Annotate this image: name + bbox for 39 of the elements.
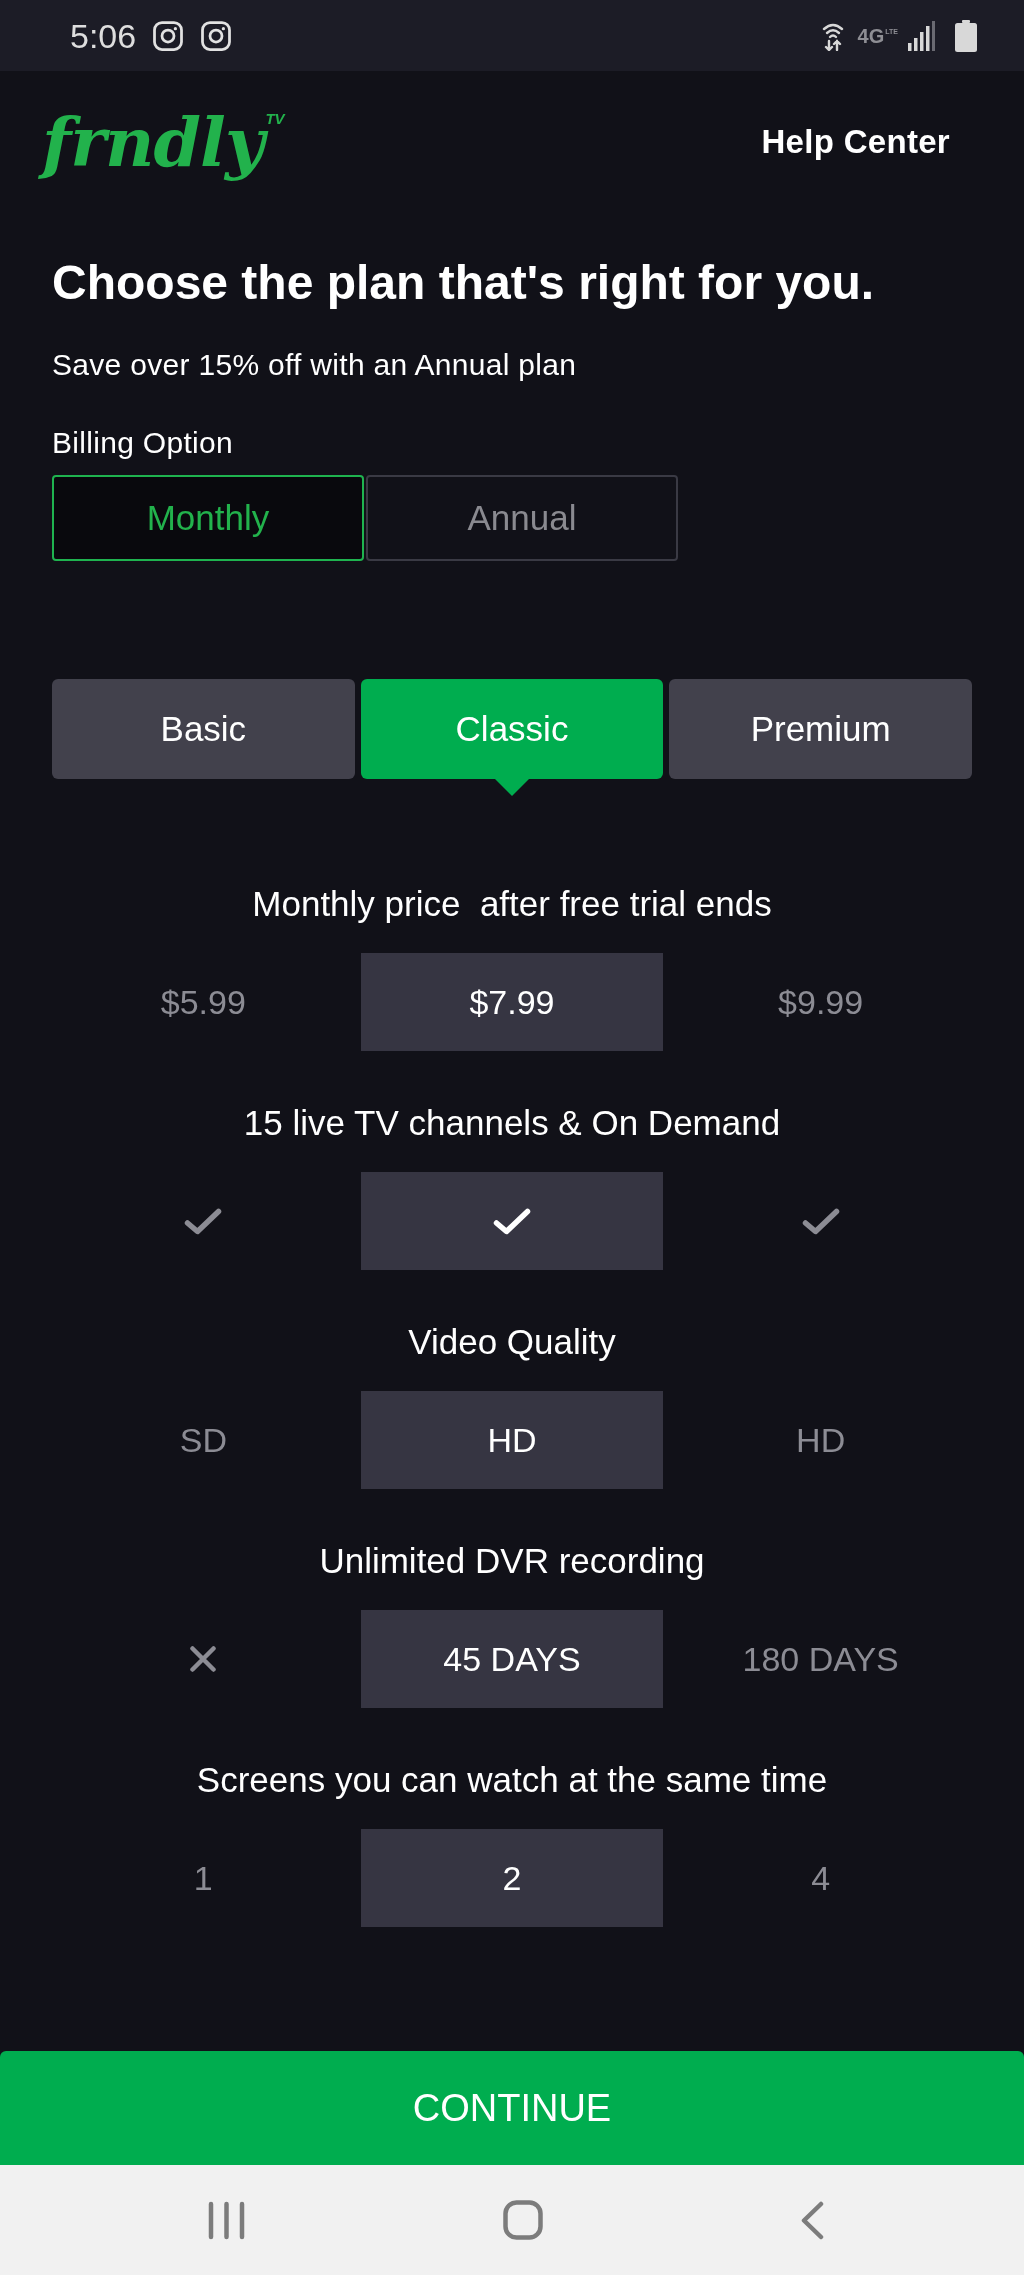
battery-icon — [955, 19, 977, 52]
feature-title: Screens you can watch at the same time — [196, 1760, 828, 1800]
feature-value: $5.99 — [160, 982, 246, 1023]
feature-title: Monthly price after free trial ends — [252, 884, 772, 924]
feature-value: HD — [487, 1420, 537, 1461]
billing-option-button[interactable]: Annual — [366, 475, 678, 561]
billing-option-label: Billing Option — [52, 425, 233, 461]
feature-value: SD — [179, 1420, 227, 1461]
logo-superscript-text: TV — [265, 111, 285, 126]
camera-icon — [201, 20, 232, 51]
signal-icon — [908, 20, 935, 51]
cross-icon — [190, 1646, 217, 1672]
feature-value: 45 DAYS — [443, 1639, 581, 1680]
network-type: 4G — [857, 25, 885, 46]
feature-title: Unlimited DVR recording — [319, 1541, 705, 1581]
back-icon[interactable] — [801, 2200, 824, 2240]
feature-value: 4 — [811, 1858, 831, 1899]
help-center-link[interactable]: Help Center — [761, 122, 950, 162]
feature-value: 2 — [502, 1858, 522, 1899]
check-icon — [493, 1207, 531, 1235]
check-icon — [801, 1207, 840, 1235]
camera-icon — [153, 20, 184, 51]
status-time: 5:06 — [70, 18, 137, 53]
feature-value: HD — [796, 1420, 846, 1461]
recent-apps-icon[interactable] — [208, 2200, 245, 2240]
page-subtitle: Save over 15% off with an Annual plan — [52, 347, 577, 383]
feature-value: 1 — [193, 1858, 213, 1899]
feature-value: $7.99 — [469, 982, 555, 1023]
feature-title: Video Quality — [408, 1322, 616, 1362]
plan-tab[interactable]: Basic — [52, 679, 355, 779]
feature-value: 180 DAYS — [742, 1639, 899, 1680]
feature-title: 15 live TV channels & On Demand — [243, 1103, 781, 1143]
feature-value: $9.99 — [778, 982, 864, 1023]
billing-option-button[interactable]: Monthly — [52, 475, 364, 561]
home-icon[interactable] — [503, 2200, 543, 2240]
tab-pointer-icon — [495, 779, 529, 796]
page-title: Choose the plan that's right for you. — [52, 255, 875, 311]
check-icon — [184, 1207, 223, 1235]
plan-tab[interactable]: Premium — [669, 679, 972, 779]
